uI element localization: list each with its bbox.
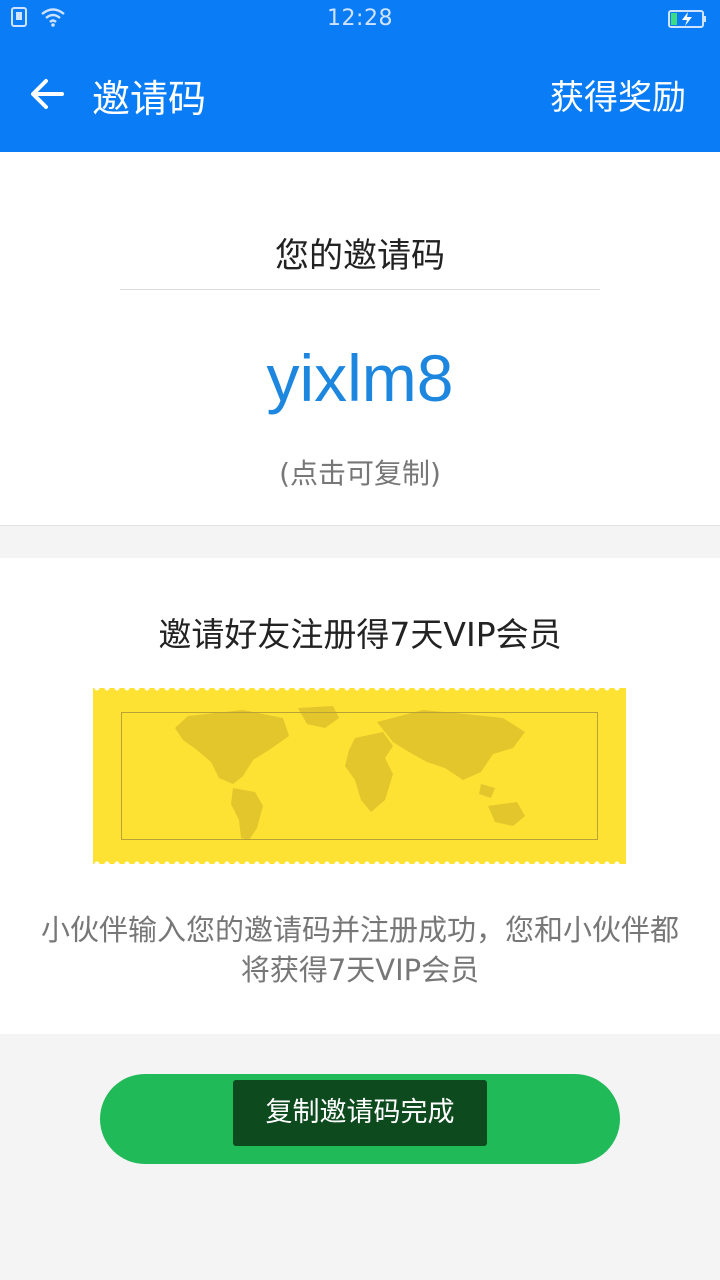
world-map-ticket-illustration bbox=[93, 688, 626, 864]
page-title: 邀请码 bbox=[92, 77, 207, 121]
promo-description: 小伙伴输入您的邀请码并注册成功，您和小伙伴都将获得7天VIP会员 bbox=[40, 913, 679, 987]
promo-card: 邀请好友注册得7天VIP会员 小伙伴输入您的邀请码并注册成功，您和小伙伴都将获得… bbox=[0, 558, 720, 1034]
promo-title: 邀请好友注册得7天VIP会员 bbox=[158, 615, 562, 654]
invite-code-screen: 12:28 邀请码 获得奖励 您的邀请码 yixlm8 (点击可复制) 邀请好友… bbox=[0, 0, 720, 1280]
copy-hint: (点击可复制) bbox=[279, 457, 441, 490]
status-time: 12:28 bbox=[327, 6, 393, 31]
get-reward-button[interactable]: 获得奖励 bbox=[550, 70, 686, 119]
back-button[interactable] bbox=[28, 76, 68, 112]
app-bar: 邀请码 获得奖励 bbox=[0, 38, 720, 152]
status-bar: 12:28 bbox=[0, 0, 720, 38]
divider bbox=[120, 289, 600, 290]
ticket-inner-border bbox=[121, 712, 598, 840]
invite-code-value[interactable]: yixlm8 bbox=[0, 340, 720, 416]
back-arrow-icon bbox=[31, 79, 64, 109]
invite-code-label: 您的邀请码 bbox=[275, 236, 445, 276]
battery-charging-icon bbox=[668, 9, 708, 33]
copy-success-toast: 复制邀请码完成 bbox=[233, 1080, 487, 1146]
invite-code-card: 您的邀请码 yixlm8 (点击可复制) bbox=[0, 152, 720, 526]
